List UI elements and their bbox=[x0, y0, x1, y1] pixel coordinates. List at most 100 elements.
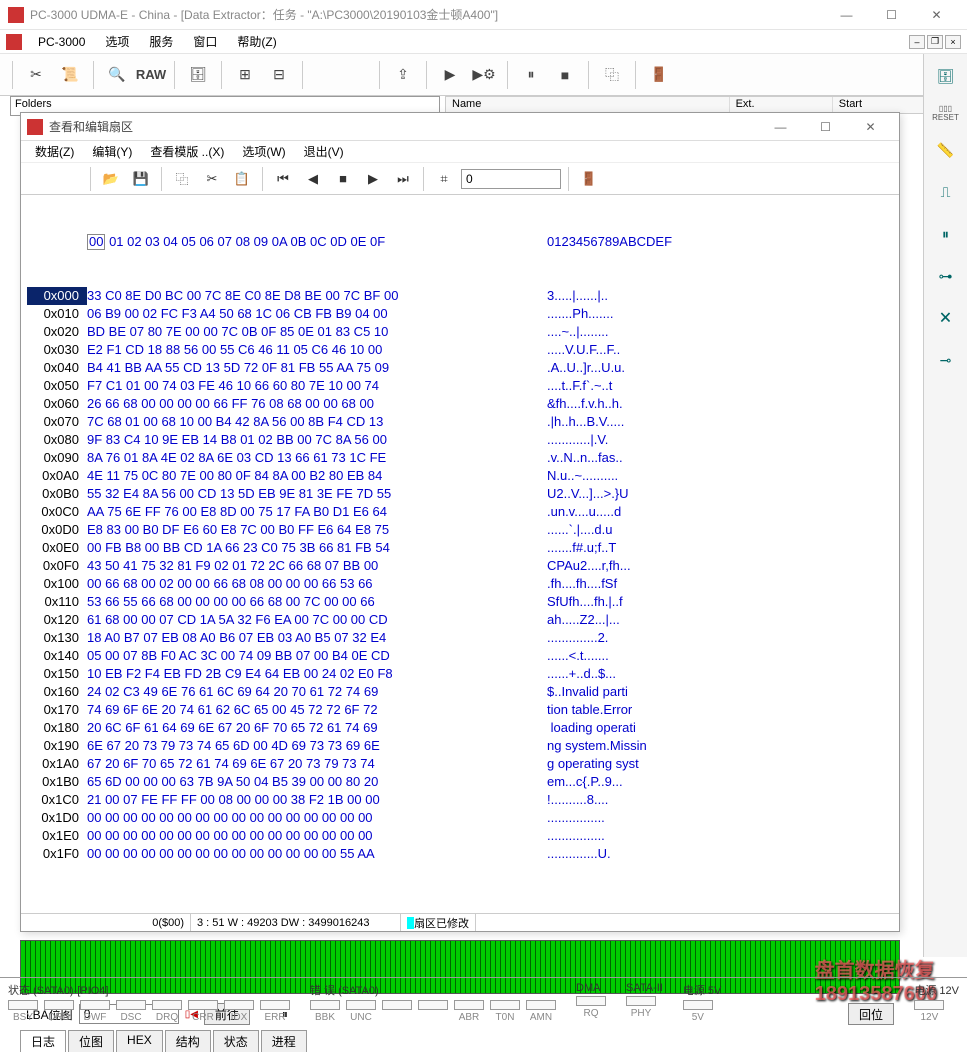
hex-row[interactable]: 0x030E2 F1 CD 18 88 56 00 55 C6 46 11 05… bbox=[27, 341, 893, 359]
hex-row[interactable]: 0x1E000 00 00 00 00 00 00 00 00 00 00 00… bbox=[27, 827, 893, 845]
menu-pc3000[interactable]: PC-3000 bbox=[30, 33, 93, 51]
reset-button[interactable]: ▯▯▯RESET bbox=[932, 104, 959, 122]
hex-row[interactable]: 0x15010 EB F2 F4 EB FD 2B C9 E4 64 EB 00… bbox=[27, 665, 893, 683]
close-button[interactable]: ✕ bbox=[914, 0, 959, 30]
hex-row[interactable]: 0x020BD BE 07 80 7E 00 00 7C 0B 0F 85 0E… bbox=[27, 323, 893, 341]
export-icon[interactable]: ⇪ bbox=[388, 60, 418, 90]
menu-help[interactable]: 帮助(Z) bbox=[229, 31, 284, 52]
hex-row[interactable]: 0x18020 6C 6F 61 64 69 6E 67 20 6F 70 65… bbox=[27, 719, 893, 737]
hex-row[interactable]: 0x0809F 83 C4 10 9E EB 14 B8 01 02 BB 00… bbox=[27, 431, 893, 449]
hex-row[interactable]: 0x1A067 20 6F 70 65 72 61 74 69 6E 67 20… bbox=[27, 755, 893, 773]
hex-window-icon bbox=[27, 119, 43, 135]
mdi-close[interactable]: × bbox=[945, 35, 961, 49]
save-icon[interactable]: 💾 bbox=[128, 166, 154, 192]
hex-menu-data[interactable]: 数据(Z) bbox=[27, 141, 82, 162]
hex-row[interactable]: 0x17074 69 6F 6E 20 74 61 62 6C 65 00 45… bbox=[27, 701, 893, 719]
hex-row[interactable]: 0x0B055 32 E4 8A 56 00 CD 13 5D EB 9E 81… bbox=[27, 485, 893, 503]
menu-options[interactable]: 选项 bbox=[97, 31, 137, 52]
hex-row[interactable]: 0x16024 02 C3 49 6E 76 61 6C 69 64 20 70… bbox=[27, 683, 893, 701]
hex-grid[interactable]: 00 01 02 03 04 05 06 07 08 09 0A 0B 0C 0… bbox=[21, 195, 899, 901]
binoculars-icon[interactable]: 🔍 bbox=[102, 60, 132, 90]
hex-maximize[interactable]: ☐ bbox=[803, 112, 848, 142]
mdi-restore[interactable]: ❐ bbox=[927, 35, 943, 49]
hex-minimize[interactable]: — bbox=[758, 112, 803, 142]
hex-row[interactable]: 0x0E000 FB B8 00 BB CD 1A 66 23 C0 75 3B… bbox=[27, 539, 893, 557]
connector-icon[interactable]: ⊶ bbox=[932, 262, 960, 290]
grid-icon[interactable]: ⌗ bbox=[431, 166, 457, 192]
script-icon[interactable]: 📜 bbox=[55, 60, 85, 90]
hex-row[interactable]: 0x1F000 00 00 00 00 00 00 00 00 00 00 00… bbox=[27, 845, 893, 863]
error-label: 错 误 (SATA0) bbox=[310, 982, 556, 998]
led-DWF: DWF bbox=[80, 1000, 110, 1023]
hex-blank2[interactable] bbox=[57, 166, 83, 192]
tools-icon[interactable]: ✂ bbox=[21, 60, 51, 90]
stop2-icon[interactable]: ■ bbox=[330, 166, 356, 192]
col-name[interactable]: Name bbox=[446, 97, 730, 113]
hex-menu-exit[interactable]: 退出(V) bbox=[296, 141, 352, 162]
led-BBK: BBK bbox=[310, 1000, 340, 1023]
hex-close[interactable]: ✕ bbox=[848, 112, 893, 142]
chip-icon[interactable]: ⎍ bbox=[932, 178, 960, 206]
hex-row[interactable]: 0x1C021 00 07 FE FF FF 00 08 00 00 00 38… bbox=[27, 791, 893, 809]
hex-row[interactable]: 0x0A04E 11 75 0C 80 7E 00 80 0F 84 8A 00… bbox=[27, 467, 893, 485]
pause-icon[interactable]: ⏸ bbox=[516, 60, 546, 90]
tree1-icon[interactable]: ⊞ bbox=[230, 60, 260, 90]
hex-row[interactable]: 0x0F043 50 41 75 32 81 F9 02 01 72 2C 66… bbox=[27, 557, 893, 575]
led-DSC: DSC bbox=[116, 1000, 146, 1023]
cancel-x-icon[interactable]: 🗙 bbox=[932, 304, 960, 332]
main-toolbar: ✂ 📜 🔍 RAW 🗄 ⊞ ⊟ ⇪ ▶ ▶⚙ ⏸ ■ ⿻ 🚪 bbox=[0, 54, 967, 96]
menu-service[interactable]: 服务 bbox=[141, 31, 181, 52]
cut-icon[interactable]: ✂ bbox=[199, 166, 225, 192]
hex-row[interactable]: 0x0908A 76 01 8A 4E 02 8A 6E 03 CD 13 66… bbox=[27, 449, 893, 467]
ruler-icon[interactable]: 📏 bbox=[932, 136, 960, 164]
hex-row[interactable]: 0x11053 66 55 66 68 00 00 00 00 66 68 00… bbox=[27, 593, 893, 611]
hex-row[interactable]: 0x040B4 41 BB AA 55 CD 13 5D 72 0F 81 FB… bbox=[27, 359, 893, 377]
hex-row[interactable]: 0x12061 68 00 00 07 CD 1A 5A 32 F6 EA 00… bbox=[27, 611, 893, 629]
first-icon[interactable]: ⏮ bbox=[270, 166, 296, 192]
hex-row[interactable]: 0x00033 C0 8E D0 BC 00 7C 8E C0 8E D8 BE… bbox=[27, 287, 893, 305]
exit-icon[interactable]: 🚪 bbox=[644, 60, 674, 90]
hex-menubar: 数据(Z) 编辑(Y) 查看模版 ..(X) 选项(W) 退出(V) bbox=[21, 141, 899, 163]
hex-row[interactable]: 0x1906E 67 20 73 79 73 74 65 6D 00 4D 69… bbox=[27, 737, 893, 755]
exit2-icon[interactable]: 🚪 bbox=[576, 166, 602, 192]
hex-row[interactable]: 0x0D0E8 83 00 B0 DF E6 60 E8 7C 00 B0 FF… bbox=[27, 521, 893, 539]
prev-icon[interactable]: ◀ bbox=[300, 166, 326, 192]
copy2-icon[interactable]: ⿻ bbox=[169, 166, 195, 192]
led-blank bbox=[418, 1000, 448, 1023]
hex-row[interactable]: 0x050F7 C1 01 00 74 03 FE 46 10 66 60 80… bbox=[27, 377, 893, 395]
play-icon[interactable]: ▶ bbox=[435, 60, 465, 90]
hex-row[interactable]: 0x10000 66 68 00 02 00 00 66 68 08 00 00… bbox=[27, 575, 893, 593]
disk-icon[interactable]: 🗄 bbox=[183, 60, 213, 90]
hex-row[interactable]: 0x1D000 00 00 00 00 00 00 00 00 00 00 00… bbox=[27, 809, 893, 827]
stop-icon[interactable]: ■ bbox=[550, 60, 580, 90]
maximize-button[interactable]: ☐ bbox=[869, 0, 914, 30]
play-gear-icon[interactable]: ▶⚙ bbox=[469, 60, 499, 90]
main-titlebar: PC-3000 UDMA-E - China - [Data Extractor… bbox=[0, 0, 967, 30]
minimize-button[interactable]: — bbox=[824, 0, 869, 30]
next-icon[interactable]: ▶ bbox=[360, 166, 386, 192]
menu-window[interactable]: 窗口 bbox=[185, 31, 225, 52]
hex-menu-template[interactable]: 查看模版 ..(X) bbox=[142, 141, 232, 162]
mdi-minimize[interactable]: – bbox=[909, 35, 925, 49]
hex-row[interactable]: 0x01006 B9 00 02 FC F3 A4 50 68 1C 06 CB… bbox=[27, 305, 893, 323]
tree2-icon[interactable]: ⊟ bbox=[264, 60, 294, 90]
copy-icon[interactable]: ⿻ bbox=[597, 60, 627, 90]
last-icon[interactable]: ⏭ bbox=[390, 166, 416, 192]
link-icon[interactable]: ⊸ bbox=[932, 346, 960, 374]
hex-row[interactable]: 0x0707C 68 01 00 68 10 00 B4 42 8A 56 00… bbox=[27, 413, 893, 431]
disk-cylinder-icon[interactable]: 🗄 bbox=[932, 62, 960, 90]
hex-row[interactable]: 0x06026 66 68 00 00 00 00 66 FF 76 08 68… bbox=[27, 395, 893, 413]
raw-button[interactable]: RAW bbox=[136, 60, 166, 90]
hex-menu-edit[interactable]: 编辑(Y) bbox=[84, 141, 140, 162]
hex-row[interactable]: 0x0C0AA 75 6E FF 76 00 E8 8D 00 75 17 FA… bbox=[27, 503, 893, 521]
hex-row[interactable]: 0x14005 00 07 8B F0 AC 3C 00 74 09 BB 07… bbox=[27, 647, 893, 665]
open-icon[interactable]: 📂 bbox=[98, 166, 124, 192]
pause3-icon[interactable]: ⏸ bbox=[932, 220, 960, 248]
hex-blank1[interactable] bbox=[27, 166, 53, 192]
hex-menu-options[interactable]: 选项(W) bbox=[234, 141, 293, 162]
hex-row[interactable]: 0x1B065 6D 00 00 00 63 7B 9A 50 04 B5 39… bbox=[27, 773, 893, 791]
p5-label: 电源 5V bbox=[683, 982, 722, 998]
hex-row[interactable]: 0x13018 A0 B7 07 EB 08 A0 B6 07 EB 03 A0… bbox=[27, 629, 893, 647]
paste-icon[interactable]: 📋 bbox=[229, 166, 255, 192]
goto-input[interactable] bbox=[461, 169, 561, 189]
